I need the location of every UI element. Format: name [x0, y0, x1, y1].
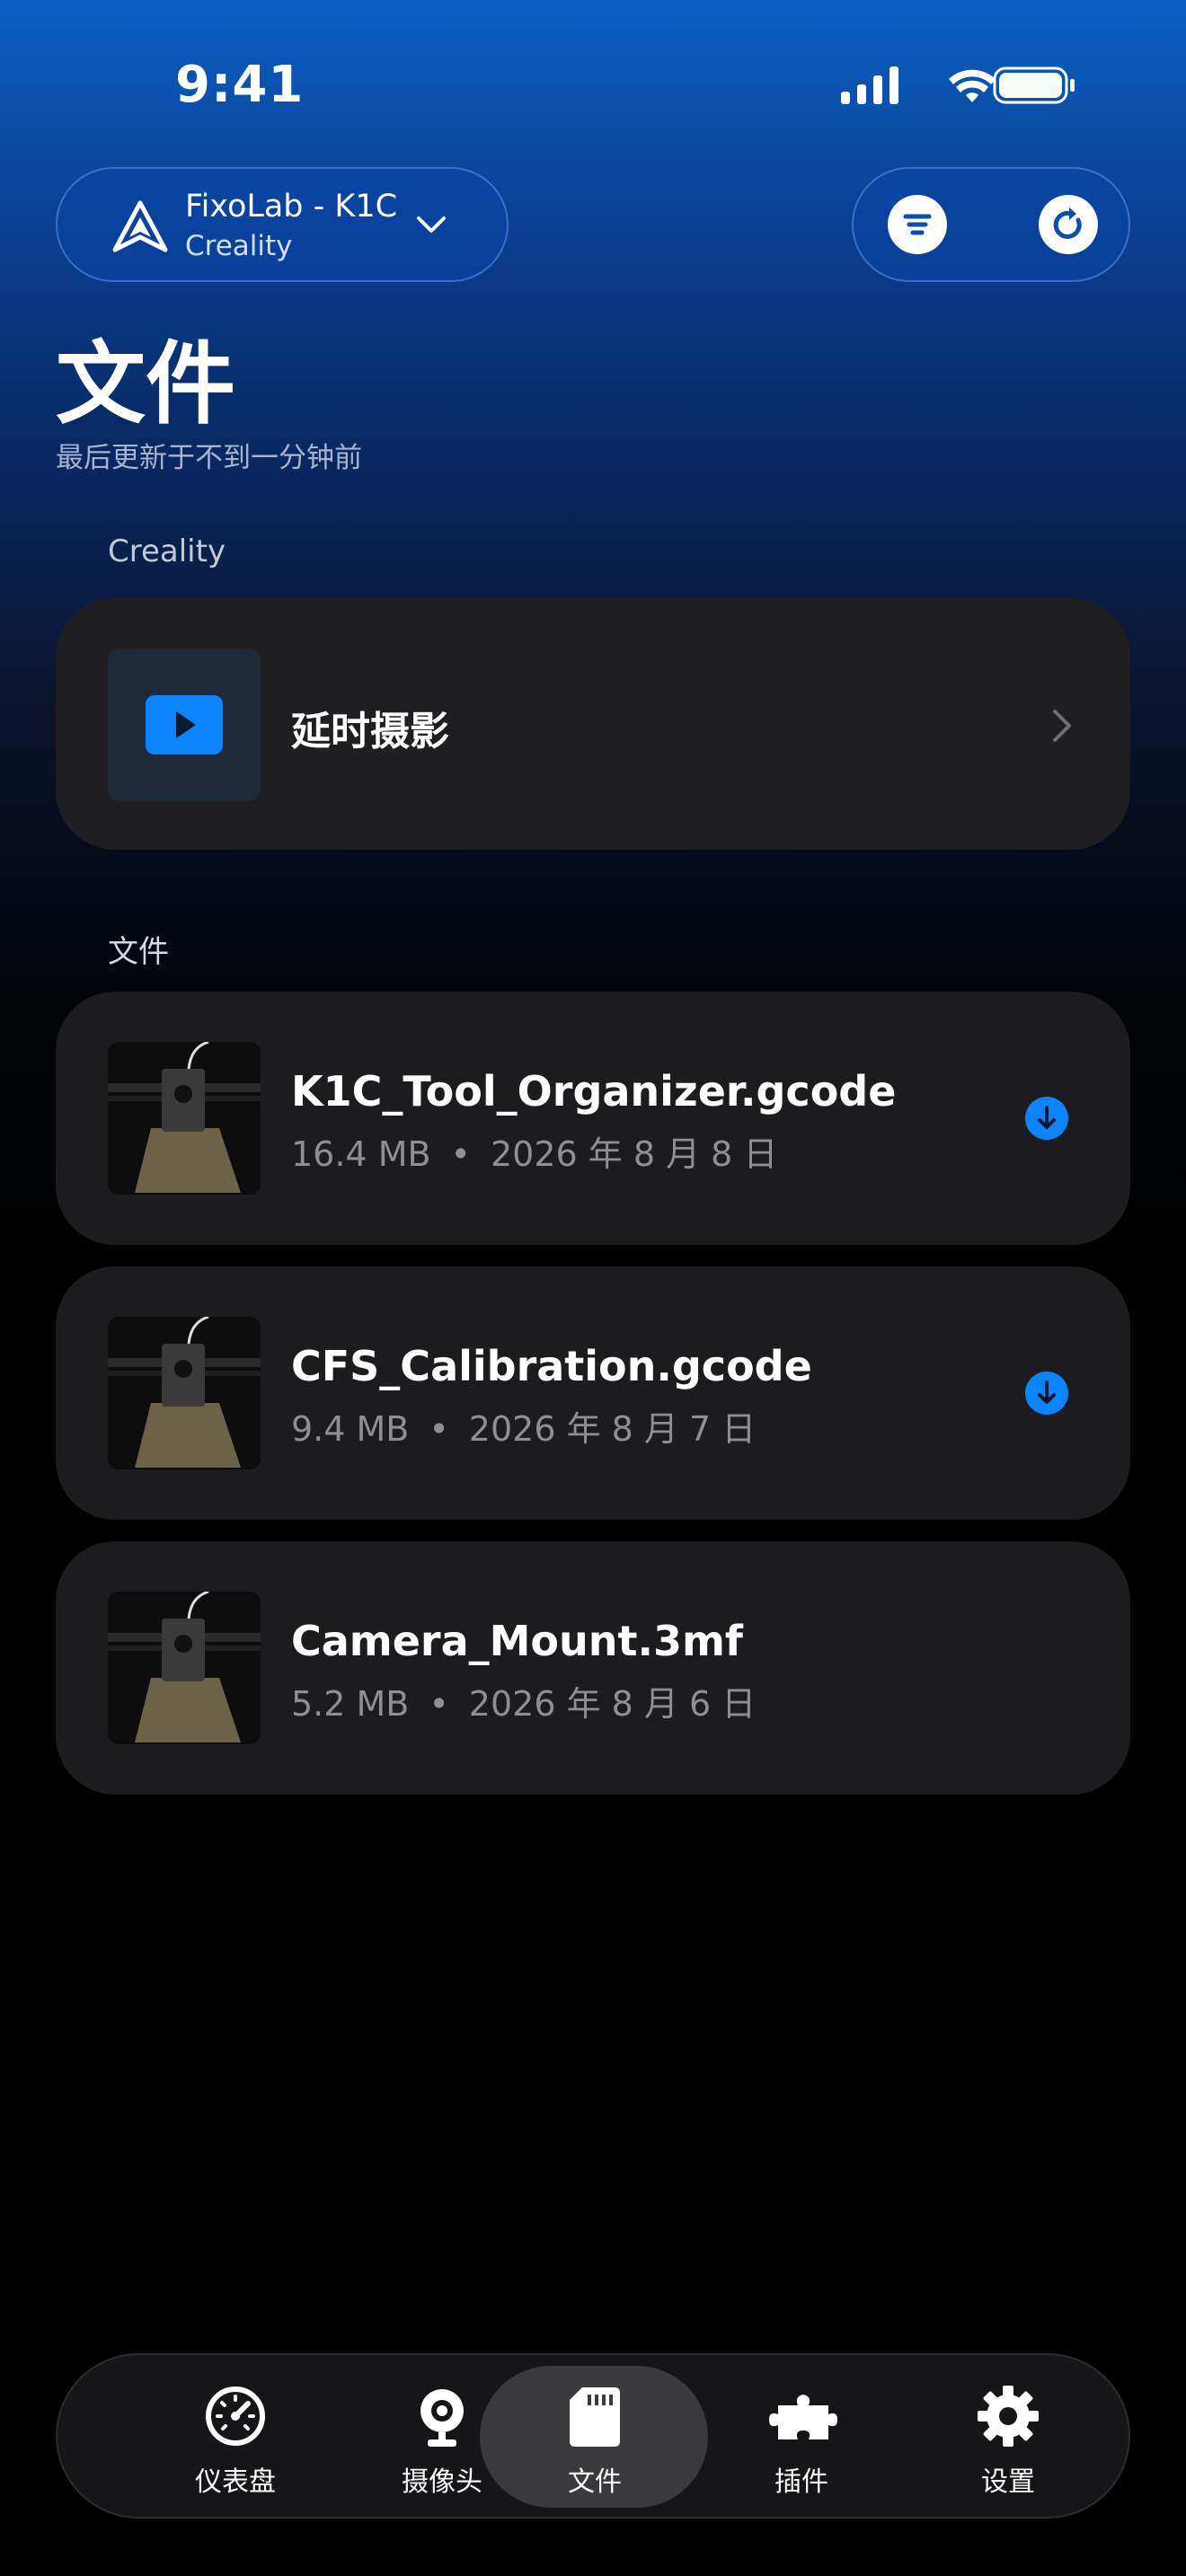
file-date: 2026 年 8 月 6 日	[468, 1684, 757, 1724]
gear-icon	[978, 2386, 1039, 2447]
printer-brand: Creality	[185, 230, 293, 262]
printer-selector[interactable]: FixoLab - K1C Creality	[56, 167, 509, 282]
file-size: 5.2 MB	[291, 1684, 410, 1724]
tab-label: 文件	[568, 2466, 622, 2498]
timelapse-row[interactable]: 延时摄影	[56, 598, 1130, 850]
file-thumbnail	[108, 1592, 261, 1744]
section-header-creality: Creality	[108, 534, 226, 569]
file-row[interactable]: K1C_Tool_Organizer.gcode 16.4 MB • 2026 年 …	[56, 992, 1130, 1245]
file-size: 9.4 MB	[291, 1409, 410, 1449]
tab-label: 仪表盘	[195, 2466, 276, 2498]
status-icons	[841, 66, 1075, 104]
file-date: 2026 年 8 月 8 日	[490, 1134, 778, 1174]
refresh-icon	[1053, 207, 1082, 239]
play-icon	[146, 695, 223, 754]
meta-separator: •	[429, 1409, 449, 1449]
section-header-files: 文件	[108, 934, 169, 970]
meta-separator: •	[450, 1134, 471, 1174]
chevron-down-icon	[417, 216, 446, 233]
battery-icon	[993, 66, 1075, 104]
wifi-icon	[949, 69, 996, 102]
timelapse-label: 延时摄影	[291, 709, 449, 754]
tab-plugins[interactable]: 插件	[703, 2355, 900, 2517]
file-name: CFS_Calibration.gcode	[291, 1342, 812, 1390]
tab-label: 设置	[981, 2466, 1035, 2498]
tab-settings[interactable]: 设置	[909, 2355, 1107, 2517]
file-meta: 16.4 MB • 2026 年 8 月 8 日	[291, 1126, 777, 1176]
refresh-button[interactable]	[1039, 195, 1098, 254]
printer-name: FixoLab - K1C	[185, 189, 398, 225]
creality-logo-icon	[112, 200, 168, 252]
header-actions	[852, 167, 1130, 282]
filter-button[interactable]	[888, 195, 947, 254]
file-name: K1C_Tool_Organizer.gcode	[291, 1067, 897, 1116]
tab-files[interactable]: 文件	[496, 2355, 694, 2517]
status-time: 9:41	[175, 56, 305, 114]
file-date: 2026 年 8 月 7 日	[468, 1409, 757, 1449]
filter-icon	[903, 214, 932, 235]
file-size: 16.4 MB	[291, 1134, 431, 1174]
meta-separator: •	[429, 1684, 449, 1724]
webcam-icon	[420, 2389, 464, 2447]
file-row[interactable]: Camera_Mount.3mf 5.2 MB • 2026 年 8 月 6 日	[56, 1541, 1130, 1795]
tab-bar: 仪表盘 摄像头 文件 插件 设置	[56, 2353, 1130, 2519]
file-meta: 9.4 MB • 2026 年 8 月 7 日	[291, 1401, 756, 1451]
chevron-right-icon	[1053, 710, 1071, 742]
tab-dashboard[interactable]: 仪表盘	[137, 2355, 334, 2517]
download-icon[interactable]	[1024, 1096, 1069, 1141]
speedometer-icon	[206, 2386, 265, 2446]
timelapse-thumbnail	[108, 648, 261, 801]
puzzle-icon	[769, 2395, 837, 2439]
file-name: Camera_Mount.3mf	[291, 1617, 743, 1665]
file-row[interactable]: CFS_Calibration.gcode 9.4 MB • 2026 年 8 月 …	[56, 1266, 1130, 1520]
file-thumbnail	[108, 1317, 261, 1469]
page-title: 文件	[56, 331, 235, 437]
file-thumbnail	[108, 1042, 261, 1195]
last-updated-text: 最后更新于不到一分钟前	[56, 442, 362, 474]
file-meta: 5.2 MB • 2026 年 8 月 6 日	[291, 1676, 756, 1725]
sd-card-icon	[570, 2387, 620, 2447]
cellular-signal-icon	[841, 66, 898, 104]
download-icon[interactable]	[1024, 1371, 1069, 1416]
tab-label: 插件	[774, 2466, 828, 2498]
